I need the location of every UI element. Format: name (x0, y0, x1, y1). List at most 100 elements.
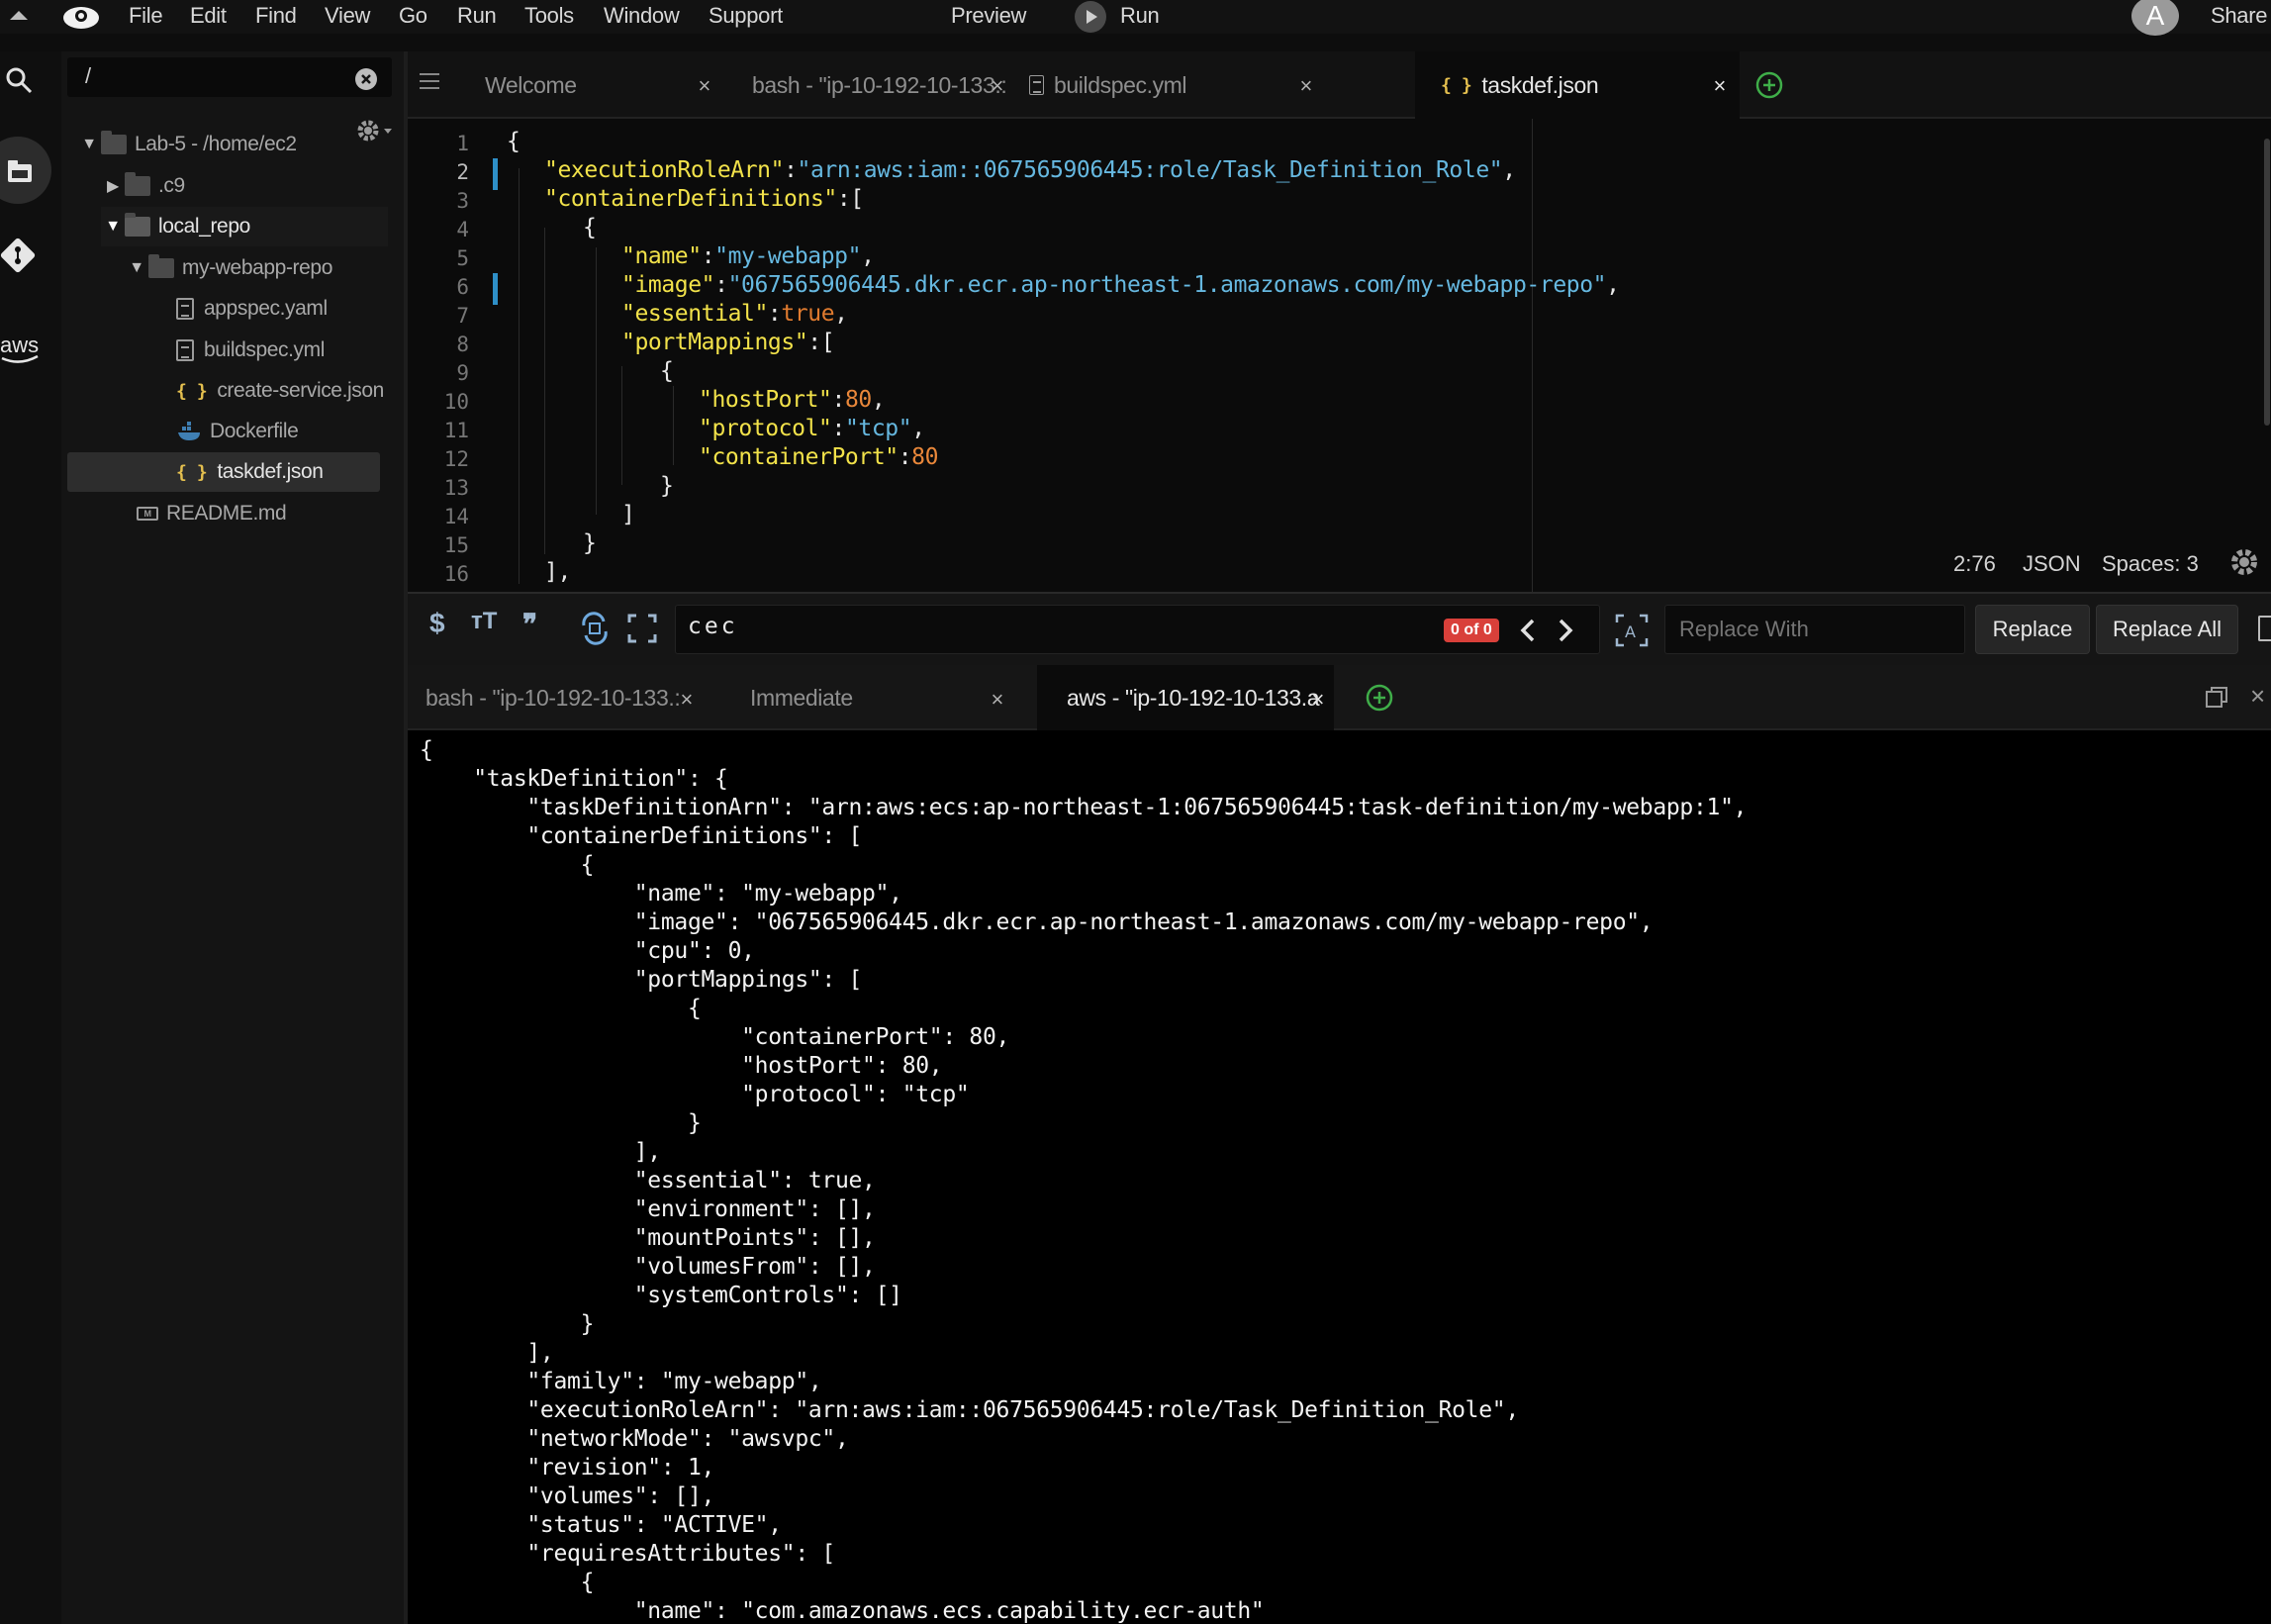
indent-spaces[interactable]: Spaces: 3 (2102, 551, 2199, 577)
terminal-output[interactable]: { "taskDefinition": { "taskDefinitionArn… (408, 730, 2271, 1624)
language-mode[interactable]: JSON (2023, 551, 2081, 577)
tree-label: local_repo (158, 215, 250, 238)
close-icon[interactable]: × (1300, 73, 1313, 99)
environment-tab[interactable] (0, 137, 51, 204)
editor-settings-gear-icon[interactable] (2228, 546, 2260, 578)
add-tab-icon[interactable] (1755, 71, 1785, 101)
find-field[interactable]: cec 0 of 0 (675, 605, 1600, 654)
tab-buildspec[interactable]: buildspec.yml × (1013, 51, 1330, 119)
cloud9-logo-icon[interactable] (61, 2, 101, 32)
tab-welcome[interactable]: Welcome × (457, 51, 726, 119)
close-icon[interactable]: × (1714, 73, 1727, 99)
menu-file[interactable]: File (129, 3, 163, 29)
svg-text:A: A (1625, 622, 1636, 641)
terminal-line: "requiresAttributes": [ (420, 1541, 835, 1567)
source-control-icon[interactable] (0, 238, 36, 273)
menu-go[interactable]: Go (399, 3, 427, 29)
code-line: "portMappings":[ (621, 330, 835, 355)
tree-file-taskdef[interactable]: { } taskdef.json (67, 452, 380, 492)
code-line: "name":"my-webapp", (621, 243, 875, 269)
cursor-position[interactable]: 2:76 (1953, 551, 1996, 577)
file-icon (1029, 75, 1044, 95)
run-button[interactable]: Run (1120, 3, 1160, 29)
find-next-icon[interactable] (1556, 618, 1575, 643)
code-line: "containerDefinitions":[ (544, 186, 864, 212)
close-icon[interactable]: × (681, 687, 694, 713)
menu-tools[interactable]: Tools (524, 3, 574, 29)
replace-all-button[interactable]: Replace All (2096, 605, 2238, 654)
close-icon[interactable]: × (699, 73, 711, 99)
match-case-icon[interactable]: ᴛT (471, 608, 497, 635)
menu-edit[interactable]: Edit (190, 3, 227, 29)
tree-folder-local-repo[interactable]: ▼ local_repo (101, 207, 388, 246)
tree-folder-my-webapp-repo[interactable]: ▼ my-webapp-repo (125, 248, 332, 288)
line-number: 9 (456, 361, 469, 385)
close-icon[interactable]: × (992, 687, 1004, 713)
line-number: 12 (443, 447, 469, 471)
tree-folder-c9[interactable]: ▶ .c9 (101, 166, 185, 206)
search-icon[interactable] (4, 65, 34, 95)
replace-input[interactable] (1665, 606, 1942, 653)
file-search-input[interactable]: / (85, 63, 91, 89)
preview-button[interactable]: Preview (951, 3, 1026, 29)
tree-file-buildspec[interactable]: buildspec.yml (176, 331, 325, 370)
find-options-icon[interactable] (2258, 616, 2271, 641)
find-input[interactable]: cec (688, 614, 738, 639)
tab-bash[interactable]: bash - "ip-10-192-10-133.: × (726, 51, 1011, 119)
tab-immediate[interactable]: Immediate × (710, 665, 1011, 730)
terminal-line: "cpu": 0, (420, 938, 755, 964)
editor-scrollbar[interactable] (2264, 139, 2270, 426)
close-icon[interactable]: × (1312, 687, 1325, 713)
tab-terminal-aws[interactable]: aws - "ip-10-192-10-133.a × (1037, 665, 1334, 730)
menu-bar: File Edit Find View Go Run Tools Window … (0, 0, 2271, 36)
collapse-menu-icon[interactable] (8, 8, 30, 22)
aws-icon[interactable]: aws (0, 333, 44, 366)
tree-folder-lab-5[interactable]: ▼ Lab-5 - /home/ec2 (77, 125, 297, 164)
menu-window[interactable]: Window (604, 3, 680, 29)
tree-file-create-service[interactable]: { } create-service.json (176, 371, 384, 411)
replace-preserve-case-icon[interactable]: A (1615, 614, 1649, 647)
replace-field[interactable] (1664, 605, 1965, 654)
tab-menu-icon[interactable] (420, 73, 439, 89)
menu-run[interactable]: Run (457, 3, 497, 29)
search-selection-icon[interactable] (627, 614, 657, 643)
clear-search-icon[interactable] (354, 67, 378, 91)
terminal-line: "protocol": "tcp" (420, 1082, 970, 1107)
code-editor[interactable]: 1 2 3 4 5 6 7 8 9 10 11 12 13 14 15 16 {… (408, 119, 2271, 592)
file-icon (176, 298, 194, 320)
wrap-search-icon[interactable] (578, 612, 612, 645)
tab-taskdef[interactable]: { } taskdef.json × (1415, 51, 1740, 119)
chevron-right-icon: ▶ (107, 178, 119, 195)
add-terminal-tab-icon[interactable] (1366, 684, 1395, 714)
tree-file-readme[interactable]: M README.md (137, 494, 287, 533)
maximize-panel-icon[interactable] (2205, 685, 2230, 711)
chevron-down-icon: ▼ (81, 136, 97, 152)
replace-button[interactable]: Replace (1975, 605, 2090, 654)
json-file-icon: { } (176, 380, 208, 402)
menu-support[interactable]: Support (709, 3, 783, 29)
file-search-field[interactable]: / (67, 57, 392, 97)
tree-file-dockerfile[interactable]: Dockerfile (176, 412, 299, 451)
close-icon[interactable]: × (992, 73, 1004, 99)
terminal-line: "volumesFrom": [], (420, 1254, 876, 1280)
tab-label: bash - "ip-10-192-10-133.: (426, 684, 681, 711)
tree-label: buildspec.yml (204, 338, 326, 361)
tree-settings-gear-icon[interactable] (354, 117, 396, 146)
tab-terminal-bash[interactable]: bash - "ip-10-192-10-133.: × (408, 665, 710, 730)
run-button-icon[interactable] (1075, 1, 1106, 33)
folder-icon (148, 254, 174, 278)
close-panel-icon[interactable]: × (2250, 681, 2265, 712)
share-button[interactable]: Share (2211, 3, 2268, 29)
menu-find[interactable]: Find (255, 3, 297, 29)
tab-label: Immediate (750, 684, 853, 711)
menu-view[interactable]: View (325, 3, 370, 29)
terminal-line: "mountPoints": [], (420, 1225, 876, 1251)
tab-label: Welcome (485, 71, 577, 98)
line-number: 7 (456, 304, 469, 328)
find-previous-icon[interactable] (1518, 618, 1538, 643)
folder-icon (125, 172, 150, 196)
regex-toggle-icon[interactable]: $ (429, 608, 445, 639)
user-avatar[interactable]: A (2131, 0, 2179, 36)
whole-word-icon[interactable]: ❞ (522, 608, 537, 640)
tree-file-appspec[interactable]: appspec.yaml (176, 289, 328, 329)
